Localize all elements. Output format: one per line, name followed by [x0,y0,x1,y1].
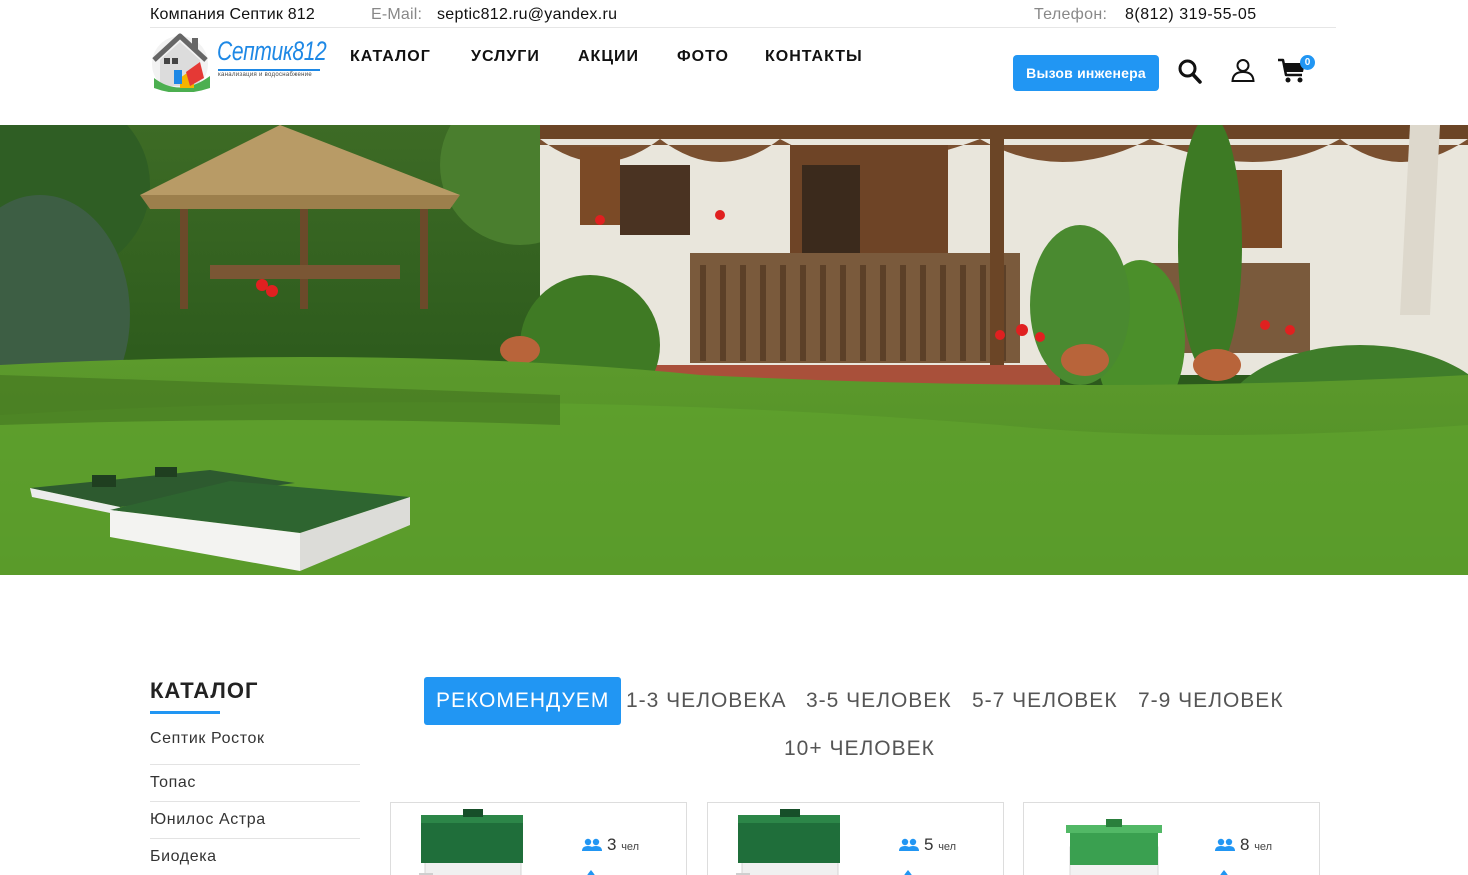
septic-tank-image [419,809,523,875]
logo-underline [218,69,320,71]
cart-count-badge: 0 [1300,55,1315,70]
site-logo[interactable]: Септик812 канализация и водоснабжение [150,28,327,92]
user-icon [1231,59,1255,82]
sidebar-item-topas[interactable]: Топас [150,765,360,802]
tab-1-3-people[interactable]: 1-3 ЧЕЛОВЕКА [626,677,787,725]
product-card[interactable]: 5 чел [707,802,1004,875]
house-logo-icon [152,33,210,92]
search-button[interactable] [1178,59,1202,89]
sidebar-item-unilos-astra[interactable]: Юнилос Астра [150,802,360,839]
phone-link[interactable]: 8(812) 319-55-05 [1125,6,1257,24]
people-icon [582,838,602,851]
tab-3-5-people[interactable]: 3-5 ЧЕЛОВЕК [806,677,952,725]
people-icon [899,838,919,851]
account-button[interactable] [1231,58,1255,87]
product-capacity: 5 чел [898,835,956,855]
people-count: 5 [924,835,934,854]
nav-catalog[interactable]: КАТАЛОГ [350,48,431,66]
catalog-sidebar: КАТАЛОГ Септик Росток Топас Юнилос Астра… [150,678,360,875]
tab-7-9-people[interactable]: 7-9 ЧЕЛОВЕК [1138,677,1284,725]
email-label: E-Mail: [371,6,423,23]
people-unit: чел [938,841,957,853]
product-card[interactable]: 3 чел [390,802,687,875]
septic-tank-image [736,809,840,875]
sidebar-item-biodeka[interactable]: Биодека [150,839,360,875]
water-drop-icon [1220,870,1228,875]
people-unit: чел [621,841,640,853]
nav-services[interactable]: УСЛУГИ [471,48,540,66]
people-count: 3 [607,835,617,854]
hero-banner [0,125,1468,575]
nav-promotions[interactable]: АКЦИИ [578,48,639,66]
people-icon [1215,838,1235,851]
logo-wordmark: Септик812 [217,36,327,66]
tab-10-plus-people[interactable]: 10+ ЧЕЛОВЕК [784,725,935,773]
people-count: 8 [1240,835,1250,854]
tab-recommended[interactable]: РЕКОМЕНДУЕМ [424,677,622,725]
nav-photo[interactable]: ФОТО [677,48,729,66]
product-capacity: 3 чел [581,835,639,855]
water-drop-icon [587,870,595,875]
top-bar: Компания Септик 812 E-Mail: septic812.ru… [0,0,1468,28]
logo-tagline: канализация и водоснабжение [218,72,313,78]
top-bar-inner: Компания Септик 812 E-Mail: septic812.ru… [150,0,1336,28]
product-card[interactable]: 8 чел [1023,802,1320,875]
sidebar-item-rostok[interactable]: Септик Росток [150,728,360,765]
water-drop-icon [904,870,912,875]
hero-garden-image [0,125,1468,575]
site-header: Септик812 канализация и водоснабжение КА… [0,28,1468,125]
nav-contacts[interactable]: КОНТАКТЫ [765,48,863,66]
people-unit: чел [1254,841,1273,853]
search-icon [1178,59,1202,84]
call-engineer-button[interactable]: Вызов инженера [1013,55,1159,91]
product-capacity: 8 чел [1214,835,1272,855]
email-link[interactable]: septic812.ru@yandex.ru [437,6,617,24]
septic-tank-image [1066,819,1162,875]
tab-5-7-people[interactable]: 5-7 ЧЕЛОВЕК [972,677,1118,725]
company-name: Компания Септик 812 [150,6,315,23]
catalog-title-underline [150,711,220,714]
phone-label: Телефон: [1034,6,1108,23]
catalog-title: КАТАЛОГ [150,678,259,703]
